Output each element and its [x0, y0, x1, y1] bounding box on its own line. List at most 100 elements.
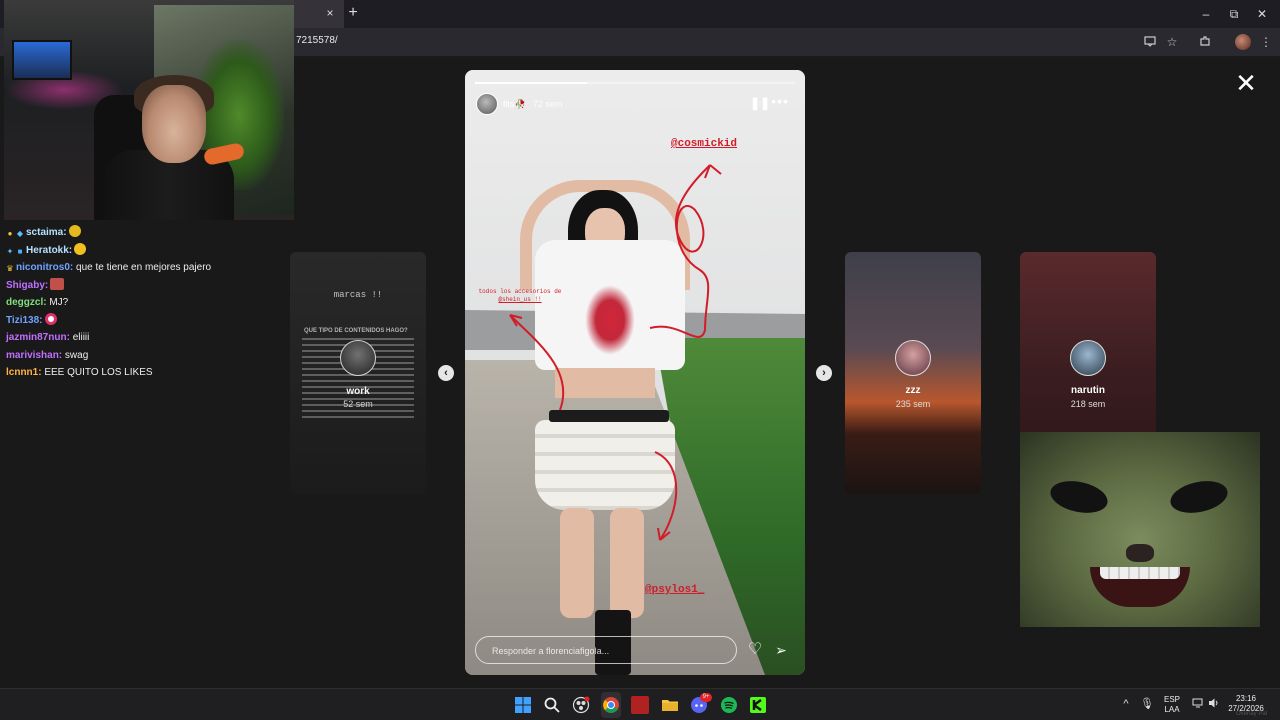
chat-text: EEE QUITO LOS LIKES	[44, 367, 153, 378]
like-button[interactable]: ♡	[745, 640, 765, 660]
chat-username: Tizi138:	[6, 314, 43, 326]
profile-avatar[interactable]	[1235, 34, 1251, 50]
emote-icon	[68, 225, 81, 237]
star-icon[interactable]: ☆	[1165, 35, 1179, 49]
media-app-icon[interactable]	[631, 696, 649, 714]
annotation-psylos: @psylos1_	[645, 584, 705, 596]
crown-icon: ♛	[6, 264, 14, 273]
close-viewer-button[interactable]: ✕	[1234, 70, 1258, 96]
language-indicator[interactable]: ESP LAA	[1160, 695, 1184, 715]
annotation-cosmickid: @cosmickid	[671, 138, 738, 150]
emote-icon	[50, 277, 65, 290]
badge-icon: ◆	[16, 229, 24, 238]
minimize-button[interactable]: –	[1198, 6, 1214, 22]
card-avatar	[895, 340, 931, 376]
story-author-avatar[interactable]	[476, 93, 498, 115]
more-options-button[interactable]: •••	[770, 94, 790, 109]
chat-username: Heratokk:	[26, 244, 73, 256]
cast-icon[interactable]	[1143, 35, 1157, 49]
story-username: fits	[503, 99, 515, 109]
clock-time: 23:16	[1235, 694, 1257, 703]
menu-icon[interactable]: ⋮	[1259, 35, 1273, 49]
cat-nose	[1126, 544, 1154, 562]
network-icon[interactable]	[1191, 697, 1205, 711]
next-story-button[interactable]: ›	[816, 365, 832, 381]
chat-username: sctaima:	[26, 227, 67, 238]
screen: × + – ⧉ ✕ 7215578/ ☆ ⋮ ● ◆ sctaima: ✦ ■ Hera…	[0, 0, 1280, 720]
cam-person-head	[142, 85, 206, 163]
chat-text: que te tiene en mejores pajero	[76, 262, 212, 273]
chat-text: MJ?	[49, 297, 69, 308]
address-bar-url[interactable]: 7215578/	[296, 35, 338, 46]
chat-message: Shigaby:	[6, 277, 290, 295]
chat-text: eliiii	[72, 332, 90, 343]
card-name: narutin	[1071, 385, 1105, 396]
emote-icon	[74, 242, 87, 255]
tray-chevron-icon[interactable]: ^	[1119, 697, 1133, 711]
badge-icon: ●	[7, 229, 13, 238]
annotation-arrows	[509, 164, 722, 541]
window-close-button[interactable]: ✕	[1254, 6, 1270, 22]
restore-button[interactable]: ⧉	[1226, 6, 1242, 22]
cat-eye	[1047, 476, 1111, 518]
cat-teeth	[1100, 567, 1180, 579]
microphone-icon[interactable]: 🎙	[1140, 697, 1154, 711]
card-time: 52 sem	[343, 399, 373, 409]
annotation-accessories: todos los accesorios de @shein_us !!	[475, 288, 565, 304]
chat-username: Shigaby:	[6, 279, 49, 291]
card-name: zzz	[905, 385, 921, 396]
chat-username: lcnnn1:	[6, 367, 42, 378]
card-avatar	[340, 340, 376, 376]
chrome-icon[interactable]	[602, 696, 620, 714]
story-progress-fill	[475, 82, 587, 84]
annotation-accessories-line2: @shein_us !!	[498, 296, 542, 303]
chat-message: marivishan: swag	[6, 347, 290, 365]
webcam-overlay	[4, 0, 294, 220]
language-top: ESP	[1163, 695, 1180, 704]
story-progress-bar	[475, 82, 795, 84]
tab-close-icon[interactable]: ×	[323, 6, 337, 20]
volume-icon[interactable]	[1207, 697, 1221, 711]
obs-icon[interactable]	[572, 696, 590, 714]
extensions-icon[interactable]	[1198, 35, 1212, 49]
emote-icon	[44, 312, 57, 325]
story-author-name[interactable]: fits🥀	[503, 99, 526, 110]
chat-username: marivishan:	[6, 349, 63, 361]
story-viewer[interactable]: fits🥀 72 sem ❚❚ ••• @cosmickid todos los…	[465, 70, 805, 675]
chat-message: lcnnn1: EEE QUITO LOS LIKES	[6, 364, 290, 382]
chat-message: ✦ ■ Heratokk:	[6, 242, 290, 260]
story-username-emoji: 🥀	[514, 99, 526, 109]
new-tab-button[interactable]: +	[345, 5, 361, 21]
chat-username: deggzcl:	[6, 297, 47, 308]
cat-eye	[1167, 476, 1231, 518]
badge-icon: ■	[17, 246, 23, 256]
card-time: 235 sem	[895, 399, 931, 409]
chat-text: swag	[64, 349, 89, 361]
card-avatar	[1070, 340, 1106, 376]
send-button[interactable]: ➢	[771, 640, 791, 660]
file-explorer-icon[interactable]	[661, 696, 679, 714]
pause-button[interactable]: ❚❚	[750, 96, 770, 110]
kick-icon[interactable]	[749, 696, 767, 714]
card-title: marcas !!	[333, 290, 383, 300]
search-icon[interactable]	[543, 696, 561, 714]
watermark: Overlay Pal	[1236, 711, 1268, 717]
card-time: 218 sem	[1070, 399, 1106, 409]
story-card-work[interactable]: marcas !! QUE TIPO DE CONTENIDOS HAGO? w…	[290, 252, 426, 494]
reply-input[interactable]: Responder a florenciafigola...	[475, 636, 737, 664]
cat-meme-overlay	[1020, 432, 1260, 627]
reply-placeholder: Responder a florenciafigola...	[492, 646, 610, 656]
previous-story-button[interactable]: ‹	[438, 365, 454, 381]
chat-message: jazmin87nun: eliiii	[6, 329, 290, 347]
badge-icon: ✦	[6, 246, 14, 256]
chat-username: niconitros0:	[16, 262, 74, 273]
chat-message: Tizi138:	[6, 312, 290, 330]
language-bottom: LAA	[1164, 705, 1180, 714]
story-posted-time: 72 sem	[533, 99, 563, 109]
windows-start-icon[interactable]	[514, 696, 532, 714]
chat-username: jazmin87nun:	[6, 332, 70, 343]
story-card-zzz[interactable]: zzz 235 sem	[845, 252, 981, 494]
card-name: work	[346, 386, 370, 397]
spotify-icon[interactable]	[720, 696, 738, 714]
chat-message: ♛ niconitros0: que te tiene en mejores pa…	[6, 259, 290, 277]
